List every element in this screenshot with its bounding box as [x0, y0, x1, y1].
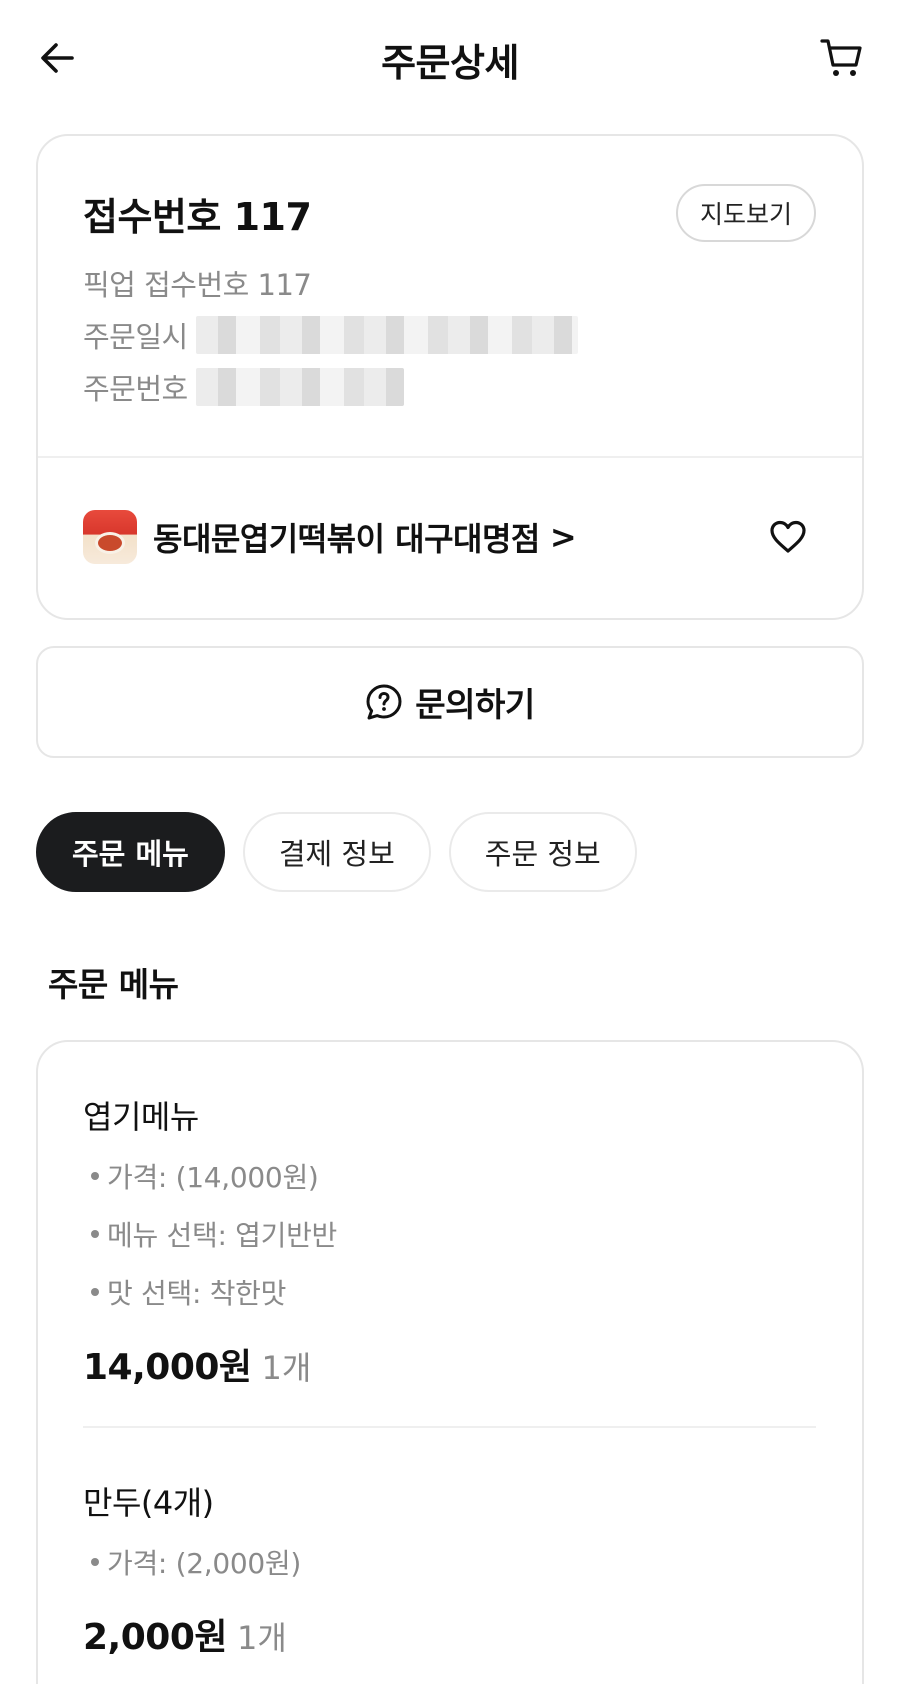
question-bubble-icon: [366, 684, 402, 720]
menu-item-name: 만두(4개): [83, 1484, 214, 1522]
order-number-redacted: [195, 368, 404, 406]
price-line: 14,000원 1개: [83, 1338, 816, 1390]
item-price: 14,000원: [83, 1347, 252, 1388]
menu-option: 맛 선택: 착한맛: [83, 1272, 816, 1312]
order-detail-page: 주문상세 접수번호 117 지도보기 픽업 접수번호 117 주문일시 주문번호…: [0, 0, 900, 1684]
divider: [38, 456, 862, 458]
menu-option: 가격: (14,000원): [83, 1156, 816, 1196]
option-text: 가격: (2,000원): [107, 1547, 302, 1580]
order-menu-card: 엽기메뉴 가격: (14,000원) 메뉴 선택: 엽기반반 맛 선택: 착한맛…: [36, 1040, 864, 1684]
tab-order-info[interactable]: 주문 정보: [448, 812, 637, 892]
menu-item-name: 엽기메뉴: [83, 1098, 199, 1136]
store-logo: [83, 510, 137, 564]
pickup-number-label: 픽업 접수번호 117: [83, 268, 312, 302]
chevron-right-icon: >: [549, 518, 577, 556]
order-number-row: 주문번호: [83, 366, 404, 408]
price-line: 2,000원 1개: [83, 1608, 816, 1660]
tab-payment-info[interactable]: 결제 정보: [242, 812, 431, 892]
item-price: 2,000원: [83, 1617, 228, 1658]
option-text: 맛 선택: 착한맛: [107, 1277, 287, 1310]
heart-icon: [770, 520, 806, 553]
order-info-card: 접수번호 117 지도보기 픽업 접수번호 117 주문일시 주문번호 동대문엽…: [36, 134, 864, 620]
tab-order-menu[interactable]: 주문 메뉴: [36, 812, 225, 892]
section-tabs: 주문 메뉴 결제 정보 주문 정보: [36, 812, 637, 892]
store-name-link[interactable]: 동대문엽기떡볶이 대구대명점: [153, 514, 540, 560]
section-title: 주문 메뉴: [48, 965, 179, 1004]
cart-button[interactable]: [814, 30, 870, 86]
menu-item: 만두(4개) 가격: (2,000원) 2,000원 1개: [83, 1478, 816, 1660]
pickup-number-row: 픽업 접수번호 117: [83, 262, 312, 304]
receipt-number-title: 접수번호 117: [83, 195, 312, 239]
menu-item: 엽기메뉴 가격: (14,000원) 메뉴 선택: 엽기반반 맛 선택: 착한맛…: [83, 1092, 816, 1390]
menu-option: 메뉴 선택: 엽기반반: [83, 1214, 816, 1254]
divider: [83, 1426, 816, 1428]
option-text: 가격: (14,000원): [107, 1161, 319, 1194]
option-text: 메뉴 선택: 엽기반반: [107, 1219, 338, 1252]
top-app-bar: 주문상세: [0, 0, 900, 118]
order-number-label: 주문번호: [83, 372, 188, 406]
view-map-button[interactable]: 지도보기: [675, 184, 816, 242]
inquiry-label: 문의하기: [415, 685, 535, 724]
order-date-label: 주문일시: [83, 320, 188, 354]
menu-option: 가격: (2,000원): [83, 1542, 816, 1582]
cart-icon: [820, 39, 862, 76]
order-date-redacted: [195, 316, 578, 354]
item-quantity: 1개: [237, 1619, 287, 1657]
order-date-row: 주문일시: [83, 314, 578, 356]
page-title: 주문상세: [381, 41, 519, 85]
favorite-button[interactable]: [760, 509, 816, 565]
item-quantity: 1개: [261, 1349, 312, 1387]
inquiry-button[interactable]: 문의하기: [36, 646, 864, 758]
store-row: 동대문엽기떡볶이 대구대명점 >: [83, 508, 816, 566]
